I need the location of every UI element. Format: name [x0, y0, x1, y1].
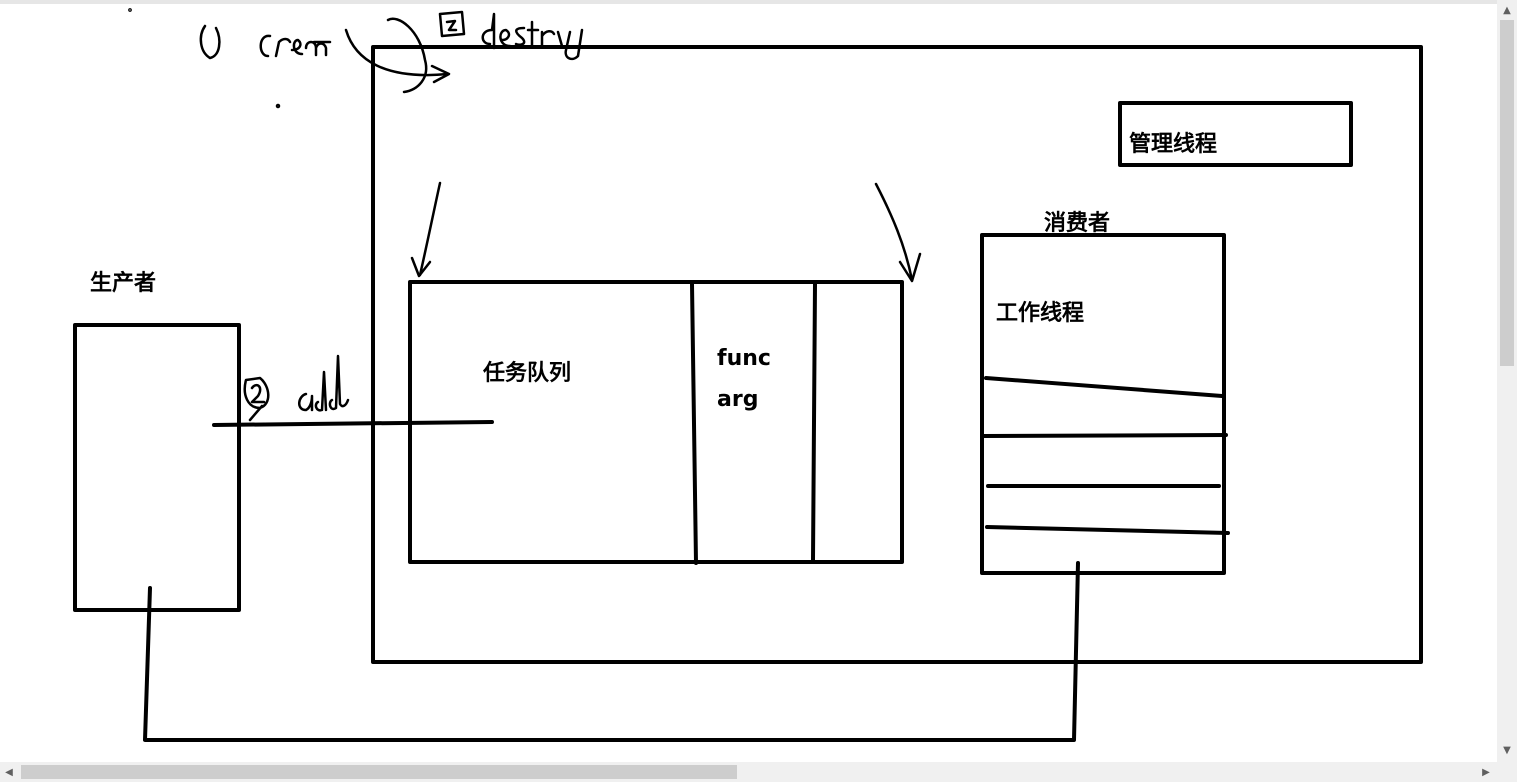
- horizontal-scrollbar[interactable]: ◀ ▶: [0, 762, 1497, 782]
- task-queue-label: 任务队列: [483, 361, 572, 386]
- scroll-left-arrow-icon[interactable]: ◀: [0, 762, 18, 782]
- task-queue-divider-2: [811, 282, 817, 562]
- vertical-scrollbar-thumb[interactable]: [1500, 20, 1514, 366]
- producer-consumer-loop: [143, 561, 1080, 742]
- arg-label: arg: [717, 387, 759, 412]
- scroll-right-arrow-icon[interactable]: ▶: [1477, 762, 1495, 782]
- create-scribble: [259, 34, 332, 58]
- drawing-window: 生产者 任务队列 func arg 管理线程 消费者 工作线程 ▲ ▼ ◀ ▶: [0, 0, 1517, 782]
- vertical-scrollbar[interactable]: ▲ ▼: [1497, 0, 1517, 762]
- worker-slot-line-1: [984, 376, 1224, 398]
- create-destroy-curve-arrow: [344, 28, 450, 77]
- stray-dot-1: [275, 103, 281, 109]
- manager-thread-label: 管理线程: [1129, 132, 1218, 157]
- drawing-canvas[interactable]: 生产者 任务队列 func arg 管理线程 消费者 工作线程: [0, 0, 1497, 760]
- worker-slot-line-2: [982, 433, 1228, 438]
- add-scribble: [298, 354, 350, 412]
- stray-dot-2: [128, 8, 132, 12]
- worker-slot-line-4: [985, 525, 1230, 535]
- destroy-swoosh: [386, 17, 428, 94]
- task-queue-divider-1: [690, 282, 698, 565]
- step3-marker: [438, 10, 466, 38]
- destroy-scribble: [481, 12, 584, 61]
- worker-box: [980, 233, 1226, 575]
- step1-marker: [199, 24, 221, 60]
- step2-marker: [243, 376, 270, 422]
- diagram-svg: [73, 8, 1423, 742]
- scrollbar-corner: [1497, 762, 1517, 782]
- func-label: func: [717, 346, 771, 371]
- scroll-down-arrow-icon[interactable]: ▼: [1497, 742, 1517, 759]
- producer-box: [73, 323, 241, 612]
- scroll-up-arrow-icon[interactable]: ▲: [1497, 2, 1517, 19]
- worker-thread-label: 工作线程: [996, 301, 1085, 326]
- add-connector-line: [212, 420, 494, 427]
- horizontal-scrollbar-thumb[interactable]: [21, 765, 737, 779]
- producer-label: 生产者: [90, 271, 157, 296]
- consumer-label: 消费者: [1044, 211, 1111, 236]
- arrow-to-queue-tail: [874, 182, 914, 282]
